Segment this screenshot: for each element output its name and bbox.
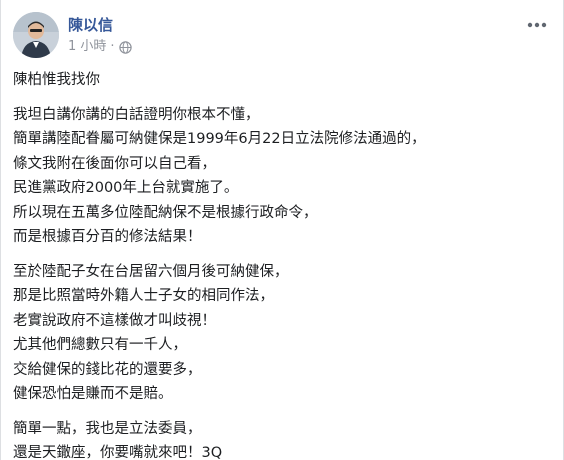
post-paragraph: 陳柏惟我找你 [13,68,551,93]
post-line: 還是天鏾座，你要嘴就來吧！3Q [13,445,223,460]
post-line: 老實說政府不這樣做才叫歧視！ [13,312,216,329]
post-header: 陳以信 1 小時 · [13,12,551,60]
post-line: 簡單一點，我也是立法委員， [13,420,202,437]
more-options-button[interactable] [525,16,549,34]
post-line: 簡單講陸配眷屬可納健保是1999年6月22日立法院修法通過的， [13,131,426,147]
post-line: 健保恐怕是賺而不是賠。 [13,386,173,402]
post-timestamp[interactable]: 1 小時 [68,39,106,55]
post-line: 交給健保的錢比花的還要多， [13,361,202,378]
post-line: 那是比照當時外籍人士子女的相同作法， [13,288,274,304]
post-meta: 1 小時 · [68,39,132,55]
post-line: 尤其他們總數只有一千人， [13,337,187,353]
post-paragraph: 簡單一點，我也是立法委員， 還是天鏾座，你要嘴就來吧！3Q [13,417,551,460]
post-line: 陳柏惟我找你 [13,72,100,88]
post-line: 所以現在五萬多位陸配納保不是根據行政命令， [13,204,318,221]
avatar[interactable] [13,12,59,58]
post-line: 而是根據百分百的修法結果！ [13,229,202,245]
post-line: 條文我附在後面你可以自己看， [13,155,216,172]
post-text: 陳柏惟我找你我坦白講你講的白話證明你根本不懂， 簡單講陸配眷屬可納健保是1999年… [13,68,551,460]
meta-separator: · [110,39,115,54]
post-line: 我坦白講你講的白話證明你根本不懂， [13,106,260,123]
post-line: 至於陸配子女在台居留六個月後可納健保， [13,263,289,280]
author-name[interactable]: 陳以信 [68,16,113,34]
post-card: 陳以信 1 小時 · 陳柏惟我找你我坦白講你講的白話證明你根本不懂， 簡單講陸配眷… [0,0,564,460]
post-line: 民進黨政府2000年上台就實施了。 [13,180,239,196]
more-horizontal-icon [527,22,547,28]
globe-icon [118,40,132,54]
avatar-photo [13,12,59,58]
post-paragraph: 我坦白講你講的白話證明你根本不懂， 簡單講陸配眷屬可納健保是1999年6月22日立… [13,103,551,250]
post-paragraph: 至於陸配子女在台居留六個月後可納健保， 那是比照當時外籍人士子女的相同作法， 老實說… [13,260,551,407]
